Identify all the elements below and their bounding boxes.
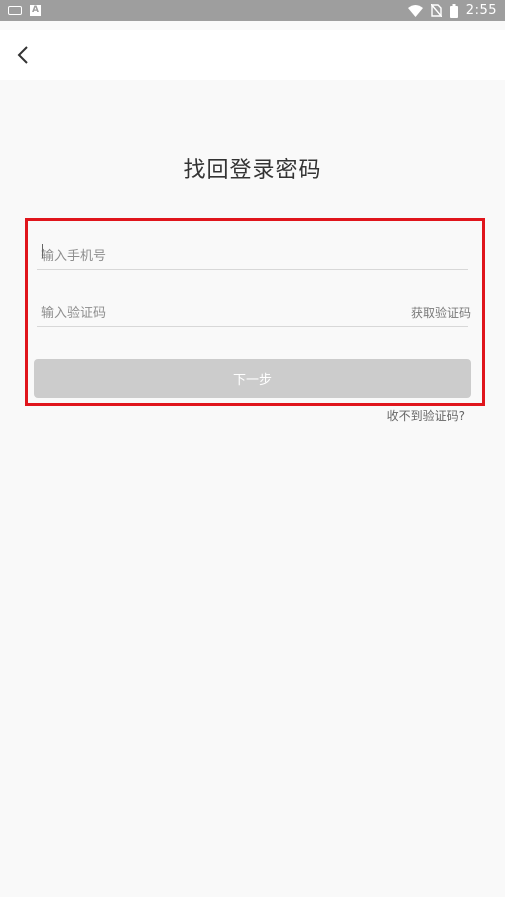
verification-code-input[interactable]	[41, 301, 381, 325]
no-sim-icon	[430, 4, 442, 17]
back-button[interactable]	[8, 40, 38, 70]
next-button[interactable]: 下一步	[34, 359, 471, 398]
a-icon: A	[30, 5, 41, 16]
phone-field	[37, 240, 468, 270]
app-bar	[0, 30, 505, 80]
battery-icon	[449, 3, 458, 18]
status-time: 2:55	[465, 3, 497, 18]
page-title: 找回登录密码	[183, 158, 322, 183]
chevron-left-icon	[17, 46, 28, 64]
get-code-button[interactable]: 获取验证码	[411, 304, 471, 321]
text-cursor	[42, 244, 43, 258]
phone-input[interactable]	[41, 244, 381, 268]
wifi-icon	[407, 4, 423, 17]
code-field: 获取验证码	[37, 297, 471, 327]
no-code-link[interactable]: 收不到验证码?	[387, 407, 465, 424]
status-bar: A 2:55	[0, 0, 505, 21]
keyboard-icon	[8, 6, 22, 15]
